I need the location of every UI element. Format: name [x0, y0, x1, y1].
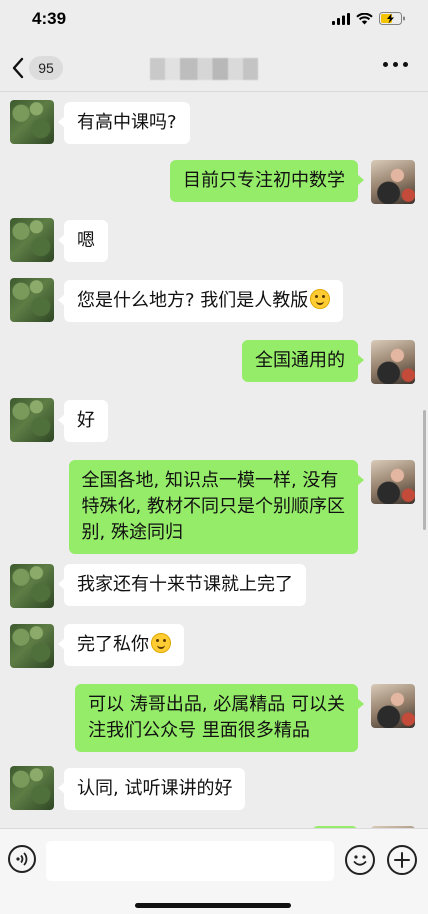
message-bubble-sent[interactable]: 全国通用的 — [242, 340, 364, 382]
message-text: 好 — [77, 410, 95, 431]
message-text-line: 别, 殊途同归 — [81, 522, 183, 543]
message-text-line: 可以 涛哥出品, 必属精品 可以关 — [88, 694, 345, 715]
status-time: 4:39 — [32, 9, 67, 28]
contact-avatar[interactable] — [10, 278, 54, 322]
voice-icon[interactable] — [8, 845, 36, 873]
wifi-icon — [356, 12, 373, 24]
message-text: 嗯 — [77, 230, 95, 251]
message-bubble-received[interactable]: 好 — [58, 400, 108, 442]
signal-icon — [332, 12, 350, 25]
message-text: 目前只专注初中数学 — [183, 170, 345, 191]
chat-title-obscured — [150, 58, 258, 80]
nav-bar: 95 — [0, 44, 428, 92]
plus-icon[interactable] — [387, 845, 417, 875]
message-bubble-received[interactable]: 认同, 试听课讲的好 — [57, 768, 246, 810]
message-text: 您是什么地方? 我们是人教版 — [77, 290, 309, 311]
message-bubble-received[interactable]: 有高中课吗? — [58, 102, 190, 144]
scroll-indicator[interactable] — [423, 410, 426, 530]
contact-avatar[interactable] — [10, 564, 54, 608]
unread-count-badge[interactable]: 95 — [29, 56, 63, 80]
contact-avatar[interactable] — [10, 100, 54, 144]
contact-avatar[interactable] — [10, 624, 54, 668]
message-text-line: 特殊化, 教材不同只是个别顺序区 — [81, 496, 345, 517]
my-avatar[interactable] — [371, 160, 415, 204]
my-avatar[interactable] — [371, 460, 415, 504]
status-icons — [332, 12, 406, 25]
message-text: 全国通用的 — [255, 350, 345, 371]
message-bubble-received[interactable]: 完了私你 — [58, 624, 184, 666]
message-bubble-received[interactable]: 您是什么地方? 我们是人教版 — [57, 280, 344, 322]
contact-avatar[interactable] — [10, 766, 54, 810]
input-bar — [0, 828, 428, 914]
message-text-line: 全国各地, 知识点一模一样, 没有 — [81, 470, 339, 491]
message-bubble-received[interactable]: 我家还有十来节课就上完了 — [58, 564, 306, 606]
contact-avatar[interactable] — [10, 218, 54, 262]
contact-avatar[interactable] — [10, 398, 54, 442]
message-bubble-received[interactable]: 嗯 — [58, 220, 108, 262]
my-avatar[interactable] — [371, 340, 415, 384]
emoji-icon[interactable] — [345, 845, 375, 875]
battery-charging-icon — [379, 12, 405, 25]
chat-area[interactable]: 有高中课吗? 目前只专注初中数学 嗯 您是什么地方? 我们是人教版 全国通用的 … — [0, 92, 428, 828]
status-bar: 4:39 — [0, 0, 428, 42]
message-text: 有高中课吗? — [77, 112, 177, 133]
smile-emoji-icon — [310, 289, 331, 309]
message-text: 认同, 试听课讲的好 — [77, 778, 233, 799]
home-indicator[interactable] — [135, 903, 291, 908]
my-avatar[interactable] — [371, 684, 415, 728]
message-bubble-sent[interactable]: 全国各地, 知识点一模一样, 没有 特殊化, 教材不同只是个别顺序区 别, 殊途… — [68, 460, 365, 554]
message-text: 完了私你 — [77, 634, 149, 655]
message-text-line: 注我们公众号 里面很多精品 — [88, 720, 310, 741]
message-text: 我家还有十来节课就上完了 — [77, 574, 293, 595]
message-bubble-sent[interactable]: 可以 涛哥出品, 必属精品 可以关 注我们公众号 里面很多精品 — [75, 684, 364, 752]
chevron-left-icon[interactable] — [10, 56, 26, 80]
more-dots-icon[interactable] — [383, 62, 408, 67]
message-bubble-sent[interactable]: 目前只专注初中数学 — [170, 160, 364, 202]
smile-emoji-icon — [151, 633, 171, 653]
message-input[interactable] — [46, 841, 334, 881]
